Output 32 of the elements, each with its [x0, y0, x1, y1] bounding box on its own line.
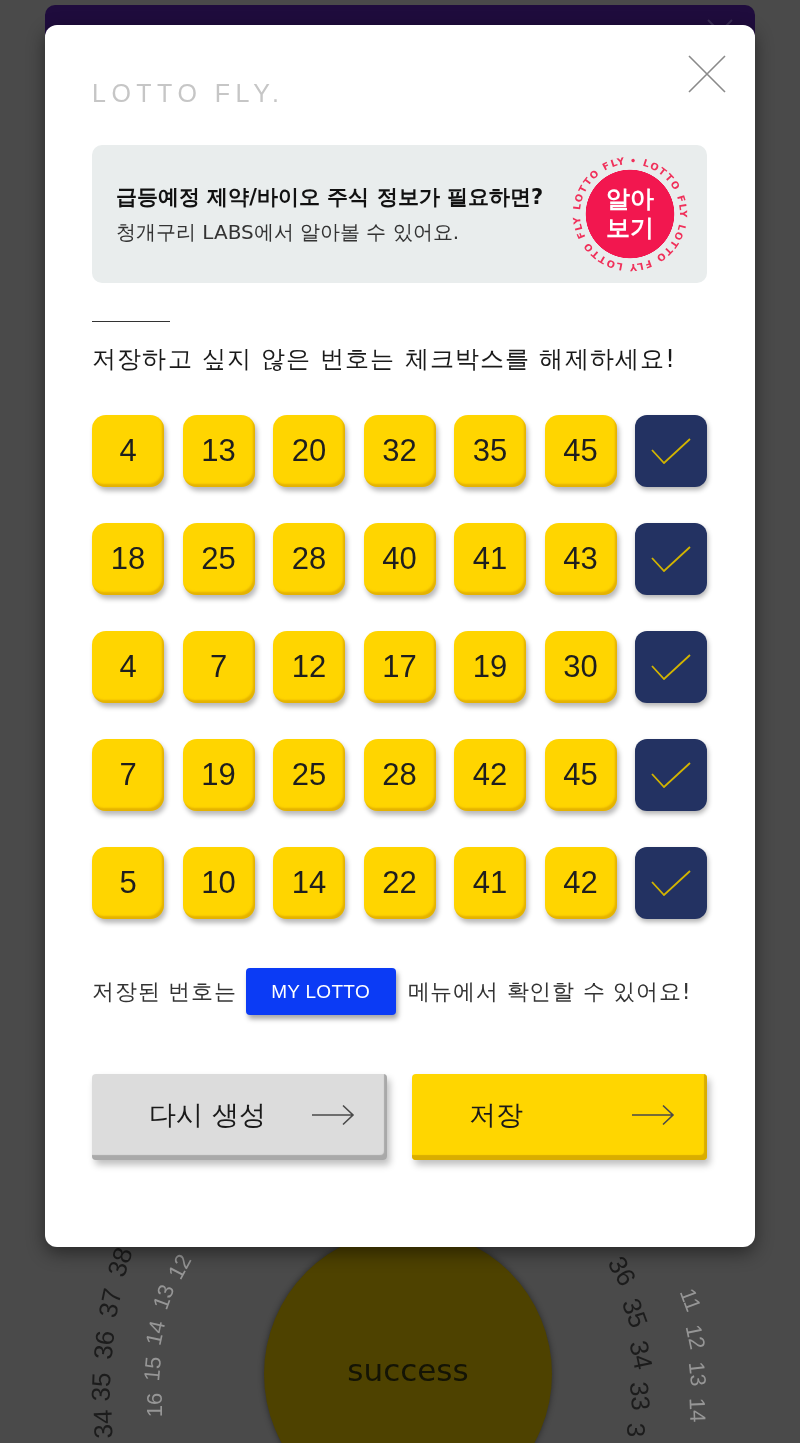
banner-subtitle: 청개구리 LABS에서 알아볼 수 있어요. — [116, 218, 460, 246]
row-checkbox[interactable] — [635, 847, 707, 919]
arrow-right-icon — [311, 1104, 355, 1126]
wheel-number: 13 — [684, 1360, 710, 1388]
close-icon — [688, 55, 726, 93]
wheel-number: 14 — [685, 1397, 709, 1423]
check-icon — [651, 762, 691, 788]
row-checkbox[interactable] — [635, 631, 707, 703]
wheel-number: 11 — [675, 1285, 705, 1315]
wheel-number: 12 — [681, 1322, 709, 1352]
instruction-text: 저장하고 싶지 않은 번호는 체크박스를 해제하세요! — [92, 344, 677, 374]
row-checkbox[interactable] — [635, 523, 707, 595]
check-icon — [651, 546, 691, 572]
save-button[interactable]: 저장 — [412, 1074, 707, 1160]
note-text: 메뉴에서 확인할 수 있어요! — [407, 977, 692, 1006]
wheel-number: 13 — [149, 1281, 179, 1313]
check-icon — [651, 870, 691, 896]
row-checkbox[interactable] — [635, 415, 707, 487]
arrow-right-icon — [631, 1104, 675, 1126]
row-checkbox[interactable] — [635, 739, 707, 811]
note-text: 저장된 번호는 — [92, 977, 237, 1006]
wheel-number: 12 — [164, 1251, 196, 1283]
check-icon — [651, 438, 691, 464]
regenerate-button[interactable]: 다시 생성 — [92, 1074, 387, 1160]
logo: LOTTO FLY. — [92, 78, 285, 108]
my-lotto-button[interactable]: MY LOTTO — [245, 968, 396, 1015]
wheel-number: 15 — [140, 1355, 166, 1383]
wheel-number: 14 — [142, 1318, 170, 1348]
wheel-number: 16 — [144, 1392, 166, 1418]
check-icon — [651, 654, 691, 680]
banner-title: 급등예정 제약/바이오 주식 정보가 필요하면? — [116, 183, 544, 211]
close-button[interactable] — [688, 55, 726, 93]
